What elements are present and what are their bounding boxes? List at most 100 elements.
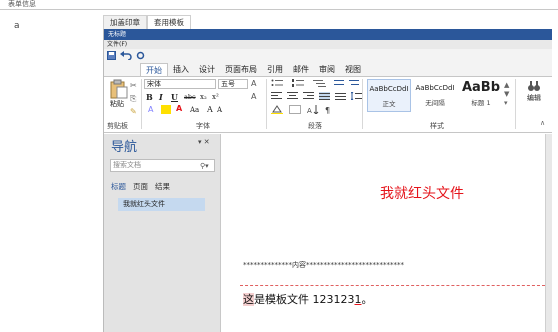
align-left-icon[interactable] (271, 92, 282, 100)
underline-button[interactable]: U (171, 92, 178, 102)
strikethrough-button[interactable]: abc (184, 92, 196, 102)
body-suffix: 。 (361, 293, 373, 306)
bullets-icon[interactable] (271, 79, 287, 87)
borders-icon[interactable] (289, 105, 301, 114)
nav-heading-item[interactable]: 我就红头文件 (118, 198, 205, 211)
ribbon-tab-strip: 开始 插入 设计 页面布局 引用 邮件 审阅 视图 (104, 62, 552, 76)
shrink-font-button[interactable]: A (217, 105, 222, 115)
phonetic-icon[interactable]: A (251, 92, 256, 101)
editing-button[interactable]: 编辑 (520, 79, 548, 103)
paragraph-row-3: A ¶ (271, 105, 335, 114)
style-no-spacing[interactable]: AaBbCcDdI 无间隔 (413, 79, 457, 112)
decrease-indent-icon[interactable] (334, 79, 344, 87)
clipboard-icon (110, 79, 128, 99)
quick-access-toolbar (104, 49, 552, 62)
ribbon-tab-view[interactable]: 视图 (340, 63, 366, 76)
ribbon-tab-references[interactable]: 引用 (262, 63, 288, 76)
nav-tab-results[interactable]: 结果 (155, 181, 170, 192)
cut-icon[interactable]: ✂ (130, 81, 137, 90)
body-main: 是模板文件 123123 (254, 293, 355, 306)
style-name: 正文 (382, 100, 396, 108)
paragraph-row-1 (271, 79, 359, 87)
clipboard-group-label: 剪贴板 (107, 122, 128, 130)
document-body-text: 这是模板文件 1231231。 (243, 291, 373, 307)
group-separator (362, 79, 363, 129)
collapse-ribbon-icon[interactable]: ∧ (540, 119, 545, 127)
copy-icon[interactable]: ⎘ (130, 94, 136, 104)
group-separator (141, 79, 142, 129)
body-prefix: 这 (243, 293, 254, 306)
italic-button[interactable]: I (159, 92, 163, 102)
paragraph-group-label: 段落 (308, 122, 322, 130)
style-heading-1[interactable]: AaBb 标题 1 (459, 79, 503, 112)
document-page[interactable]: 我就红头文件 **************内容*****************… (222, 134, 545, 332)
font-color-icon[interactable]: A (176, 104, 182, 113)
style-name: 标题 1 (471, 99, 491, 107)
file-menu[interactable]: 文件(F) (104, 40, 552, 49)
undo-icon[interactable] (120, 51, 132, 60)
shading-icon[interactable] (271, 105, 283, 114)
document-title: 我就红头文件 (380, 186, 464, 202)
distributed-icon[interactable] (335, 92, 346, 100)
group-separator (515, 79, 516, 129)
nav-close-icon[interactable]: ▾ ✕ (198, 138, 210, 146)
ribbon-tab-layout[interactable]: 页面布局 (220, 63, 262, 76)
nav-tabs: 标题 页面 结果 (111, 181, 170, 192)
paragraph-row-2 (271, 92, 362, 100)
align-center-icon[interactable] (287, 92, 298, 100)
clear-format-icon[interactable]: A (251, 79, 256, 88)
line-spacing-icon[interactable] (351, 92, 362, 100)
text-effects-icon[interactable]: A (148, 105, 153, 114)
styles-group-label: 样式 (430, 122, 444, 130)
grow-font-button[interactable]: A (207, 105, 213, 115)
multilevel-list-icon[interactable] (313, 79, 329, 87)
ribbon-tab-design[interactable]: 设计 (194, 63, 220, 76)
search-icon[interactable]: ⚲▾ (200, 162, 209, 170)
svg-text:A: A (307, 107, 312, 114)
style-sample: AaBbCcDdI (415, 84, 455, 92)
sort-icon[interactable]: A (307, 105, 319, 114)
align-right-icon[interactable] (303, 92, 314, 100)
ribbon-tab-review[interactable]: 审阅 (314, 63, 340, 76)
nav-title: 导航 (111, 140, 138, 155)
format-painter-icon[interactable]: ✎ (130, 107, 137, 116)
pilcrow-icon[interactable]: ¶ (325, 105, 335, 114)
form-info-header: 表单信息 (8, 0, 36, 8)
ribbon-home: 粘贴 ✂ ⎘ ✎ 剪贴板 宋体 五号 B I U abc x₂ x² A A A… (104, 76, 552, 133)
style-sample: AaBbCcDdI (369, 85, 409, 93)
font-size-select[interactable]: 五号 (218, 79, 248, 89)
save-icon[interactable] (107, 51, 116, 60)
subscript-button[interactable]: x₂ (200, 92, 207, 102)
styles-scroll-icon[interactable]: ▲ ▼ ▾ (504, 81, 509, 108)
paste-button[interactable]: 粘贴 (110, 79, 128, 109)
increase-indent-icon[interactable] (349, 79, 359, 87)
ribbon-tab-insert[interactable]: 插入 (168, 63, 194, 76)
nav-tab-headings[interactable]: 标题 (111, 181, 126, 192)
vertical-scrollbar[interactable] (545, 134, 552, 332)
style-normal[interactable]: AaBbCcDdI 正文 (367, 79, 411, 112)
bold-button[interactable]: B (146, 92, 153, 102)
highlight-icon[interactable] (161, 105, 171, 114)
ribbon-tab-home[interactable]: 开始 (140, 63, 168, 76)
red-divider-line (240, 285, 545, 286)
tab-apply-template[interactable]: 套用模板 (147, 15, 191, 29)
justify-icon[interactable] (319, 92, 330, 100)
binoculars-icon (528, 81, 540, 91)
window-titlebar: 无标题 (104, 29, 552, 40)
tab-add-seal[interactable]: 加盖印章 (103, 15, 147, 29)
font-name-select[interactable]: 宋体 (144, 79, 216, 89)
nav-tab-pages[interactable]: 页面 (133, 181, 148, 192)
redo-icon[interactable] (136, 51, 145, 60)
paste-label: 粘贴 (110, 100, 124, 108)
body-underlined: 1 (354, 293, 362, 306)
superscript-button[interactable]: x² (212, 92, 219, 102)
template-tabs: 加盖印章 套用模板 (103, 15, 191, 29)
numbering-icon[interactable] (292, 79, 308, 87)
style-name: 无间隔 (425, 99, 445, 107)
style-sample: AaBb (461, 80, 501, 95)
ribbon-tab-mailings[interactable]: 邮件 (288, 63, 314, 76)
word-editor-frame: 无标题 文件(F) 开始 插入 设计 页面布局 引用 邮件 审阅 视图 粘贴 ✂… (103, 29, 552, 332)
form-field-label: a (14, 21, 20, 31)
change-case-button[interactable]: Aa (190, 105, 199, 115)
group-separator (266, 79, 267, 129)
